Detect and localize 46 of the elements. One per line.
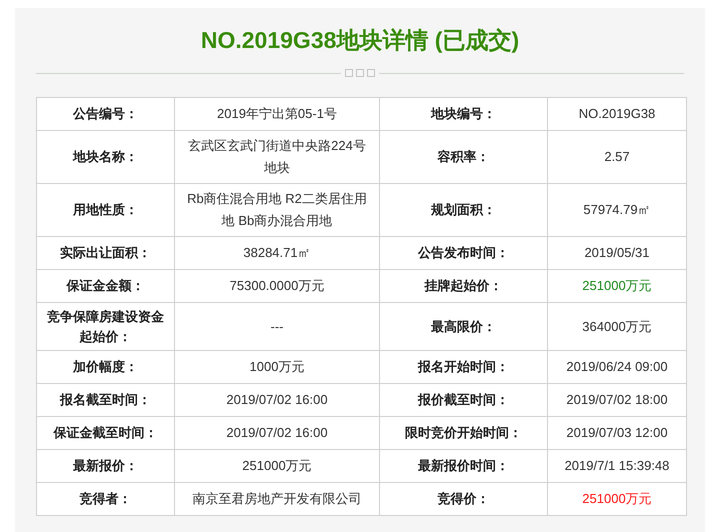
field-value: 251000万元 [242,458,312,473]
field-value: 364000万元 [582,318,652,334]
field-value: 2019/05/31 [584,245,650,260]
field-label: 公告编号： [73,106,138,122]
page-title: NO.2019G38地块详情 (已成交) [200,26,520,55]
field-value: 251000万元 [582,491,652,506]
field-label: 保证金截至时间： [54,425,158,440]
field-label: 最新报价： [73,458,138,474]
field-label: 地块名称： [73,149,138,164]
field-value: 251000万元 [582,278,652,293]
field-value: 38284.71㎡ [243,245,311,260]
field-label: 用地性质： [73,202,138,218]
field-label: 报价截至时间： [418,392,509,408]
field-label: 竞得价： [438,491,490,506]
field-label: 公告发布时间： [418,245,509,260]
field-label: 竞争保障房建设资金起始价： [47,309,164,344]
field-label: 保证金金额： [66,278,144,294]
field-label: 加价幅度： [73,359,138,374]
field-label: 最新报价时间： [418,458,509,474]
field-value: 2019/06/24 09:00 [566,359,668,374]
field-value: 2019/07/03 12:00 [566,425,668,440]
field-value: 南京至君房地产开发有限公司 [192,491,362,506]
field-label: 实际出让面积： [60,245,151,260]
field-value: 75300.0000万元 [230,278,324,293]
field-label: 竞得者： [80,491,132,506]
field-label: 最高限价： [431,318,496,334]
field-label: 容积率： [438,149,490,164]
field-value: 2019/7/1 15:39:48 [564,458,670,473]
field-value: --- [270,318,284,334]
field-value: Rb商住混合用地 R2二类居住用地 Bb商办混合用地 [187,191,367,228]
field-value: 2019/07/02 16:00 [226,425,328,440]
field-label: 报名截至时间： [60,392,151,408]
field-value: 2019/07/02 16:00 [226,392,328,407]
field-value: 2019年宁出第05-1号 [217,106,337,121]
field-label: 规划面积： [431,202,496,218]
field-label: 限时竞价开始时间： [405,425,522,440]
field-value: 57974.79㎡ [583,202,651,217]
field-value: NO.2019G38 [578,106,656,121]
field-value: 玄武区玄武门街道中央路224号地块 [188,138,366,175]
field-value: 1000万元 [250,359,304,374]
field-label: 挂牌起始价： [424,278,502,294]
field-value: 2.57 [604,149,630,164]
field-label: 地块编号： [431,106,496,122]
field-value: 2019/07/02 18:00 [566,392,668,407]
divider-ornament-icon [345,68,375,78]
field-label: 报名开始时间： [418,359,509,374]
